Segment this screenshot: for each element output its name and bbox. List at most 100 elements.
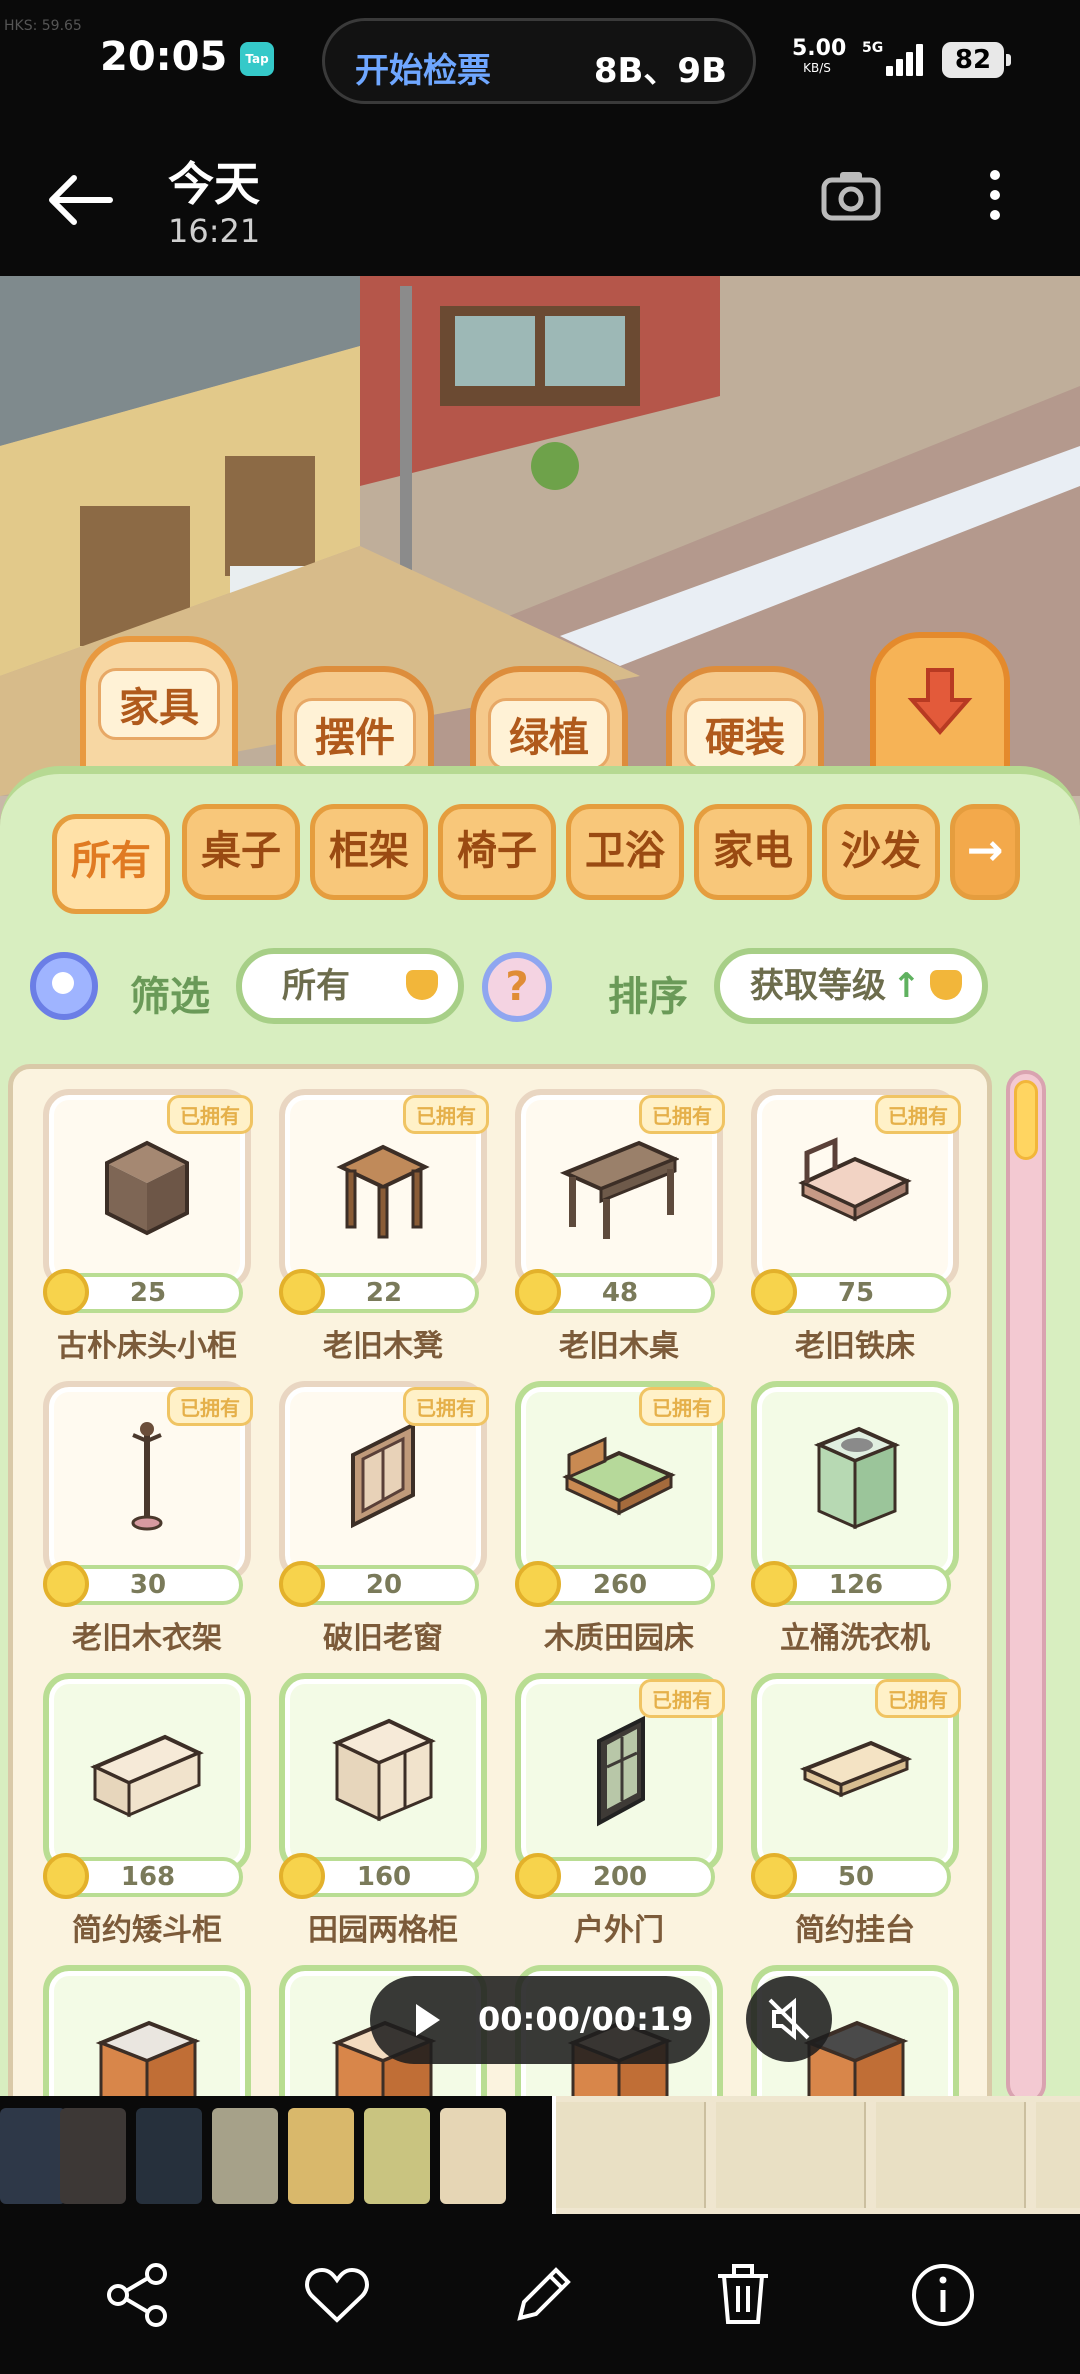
media-thumbnail[interactable]: [60, 2108, 126, 2204]
list-item[interactable]: 已拥有 75 老旧铁床: [751, 1089, 961, 1369]
low-cabinet-icon: [90, 1734, 204, 1818]
item-name: 田园两格柜: [308, 1913, 458, 1948]
item-name: 户外门: [574, 1913, 664, 1948]
mute-icon[interactable]: [746, 1976, 832, 2062]
list-item[interactable]: 160 田园两格柜: [279, 1673, 487, 1953]
subtab-all[interactable]: 所有: [52, 814, 170, 914]
list-item[interactable]: 126 立桶洗衣机: [751, 1381, 959, 1661]
network-speed-unit: KB/S: [803, 61, 831, 75]
tab-furniture[interactable]: 家具: [80, 636, 238, 786]
coin-icon: [751, 1561, 797, 1607]
edit-icon[interactable]: [506, 2258, 580, 2332]
tab-plants-label: 绿植: [488, 698, 610, 770]
subtab-bathroom[interactable]: 卫浴: [566, 804, 684, 900]
scrollbar-thumb[interactable]: [1014, 1080, 1038, 1160]
network-type: 5G: [862, 40, 884, 56]
list-item[interactable]: 168 简约矮斗柜: [43, 1673, 251, 1953]
subtab-next-arrow-icon[interactable]: →: [950, 804, 1020, 900]
list-item[interactable]: 已拥有 25 古朴床头小柜: [43, 1089, 253, 1369]
subtab-tables[interactable]: 桌子: [182, 804, 300, 900]
list-item[interactable]: 已拥有 30 老旧木衣架: [43, 1381, 253, 1661]
item-name: 木质田园床: [544, 1621, 694, 1656]
taptap-app-icon: Tap: [240, 42, 274, 76]
sort-label: 排序: [608, 974, 688, 1020]
filter-label: 筛选: [130, 974, 210, 1020]
chevron-down-icon: [406, 970, 438, 1000]
item-grid-scrollbar[interactable]: [1006, 1070, 1046, 2096]
collapse-panel-button[interactable]: [870, 632, 1010, 772]
page-title: 今天: [168, 157, 260, 211]
owned-badge: 已拥有: [875, 1095, 961, 1134]
list-item[interactable]: 已拥有 260 木质田园床: [515, 1381, 725, 1661]
filter-dropdown-value: 所有: [282, 966, 350, 1006]
ascending-arrow-icon: ↑: [892, 966, 921, 1006]
furniture-panel: 所有 桌子 柜架 椅子 卫浴 家电 沙发 → 筛选 所有 ? 排序 获取等级↑: [0, 766, 1080, 2096]
cabinet-icon: [332, 1718, 436, 1822]
media-thumbnail[interactable]: [364, 2108, 430, 2204]
coin-icon: [279, 1853, 325, 1899]
tab-hardware-label: 硬装: [684, 698, 806, 770]
list-item[interactable]: 已拥有 22 老旧木凳: [279, 1089, 489, 1369]
status-time: 20:05: [100, 34, 228, 80]
video-play-control[interactable]: 00:00/00:19: [370, 1976, 710, 2064]
sort-dropdown-value: 获取等级: [750, 966, 886, 1006]
tab-furniture-label: 家具: [98, 668, 220, 740]
coat-rack-icon: [131, 1422, 163, 1531]
media-thumbnail[interactable]: [440, 2108, 506, 2204]
owned-badge: 已拥有: [639, 1095, 725, 1134]
cabinet-icon: [105, 1140, 189, 1236]
item-name: 立桶洗衣机: [780, 1621, 930, 1656]
coin-icon: [515, 1269, 561, 1315]
bed-icon: [798, 1137, 912, 1222]
list-item[interactable]: [43, 1965, 251, 2096]
camera-icon[interactable]: [818, 162, 884, 228]
down-arrow-icon: [907, 668, 973, 736]
bed-icon: [562, 1436, 676, 1516]
item-name: 简约挂台: [795, 1913, 915, 1948]
back-arrow-icon[interactable]: [40, 160, 120, 240]
live-activity-status: 开始检票: [355, 51, 491, 91]
sort-dropdown[interactable]: 获取等级 ↑: [714, 948, 988, 1024]
info-icon[interactable]: [906, 2258, 980, 2332]
shelf-icon: [799, 1740, 913, 1798]
list-item[interactable]: 已拥有 20 破旧老窗: [279, 1381, 489, 1661]
door-icon: [597, 1715, 645, 1827]
trash-icon[interactable]: [706, 2258, 780, 2332]
washing-machine-icon: [813, 1426, 901, 1530]
owned-badge: 已拥有: [403, 1095, 489, 1134]
subtab-chairs[interactable]: 椅子: [438, 804, 556, 900]
owned-badge: 已拥有: [167, 1387, 253, 1426]
filter-row: 筛选 所有 ? 排序 获取等级 ↑: [0, 934, 1080, 1044]
current-video-frames[interactable]: [552, 2096, 1080, 2214]
bottom-action-bar: [0, 2218, 1080, 2374]
list-item[interactable]: 已拥有 200 户外门: [515, 1673, 725, 1953]
list-item[interactable]: 已拥有 50 简约挂台: [751, 1673, 961, 1953]
subtab-appliances[interactable]: 家电: [694, 804, 812, 900]
coin-icon: [43, 1269, 89, 1315]
search-icon[interactable]: [30, 952, 98, 1020]
stool-icon: [336, 1144, 430, 1239]
status-bar: HKS: 59.65 20:05 Tap 开始检票 8B、9B 5.00 KB/…: [0, 0, 1080, 120]
more-options-icon[interactable]: [975, 164, 1015, 230]
help-icon[interactable]: ?: [482, 952, 552, 1022]
item-name: 老旧木衣架: [72, 1621, 222, 1656]
play-icon: [416, 2004, 440, 2036]
media-thumbnail[interactable]: [212, 2108, 278, 2204]
filter-dropdown[interactable]: 所有: [236, 948, 464, 1024]
sink-cabinet-icon: [95, 2020, 201, 2096]
live-activity-pill[interactable]: 开始检票 8B、9B: [322, 18, 756, 104]
media-filmstrip: [0, 2096, 1080, 2218]
media-thumbnail[interactable]: [136, 2108, 202, 2204]
tab-ornaments-label: 摆件: [294, 698, 416, 770]
subtab-cabinets[interactable]: 柜架: [310, 804, 428, 900]
coin-icon: [43, 1853, 89, 1899]
coin-icon: [279, 1561, 325, 1607]
media-thumbnail[interactable]: [288, 2108, 354, 2204]
share-icon[interactable]: [100, 2258, 174, 2332]
subtab-sofas[interactable]: 沙发: [822, 804, 940, 900]
coin-icon: [751, 1269, 797, 1315]
list-item[interactable]: 已拥有 48 老旧木桌: [515, 1089, 725, 1369]
chevron-down-icon: [930, 970, 962, 1000]
media-thumbnail[interactable]: [0, 2108, 66, 2204]
heart-icon[interactable]: [300, 2258, 374, 2332]
